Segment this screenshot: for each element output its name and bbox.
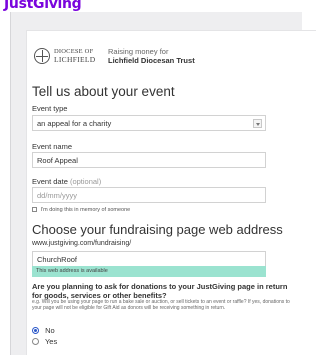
event-date-input[interactable]: dd/mm/yyyy [32, 187, 266, 203]
event-name-input[interactable]: Roof Appeal [32, 152, 266, 168]
event-type-select[interactable]: an appeal for a charity [32, 115, 266, 131]
memory-checkbox[interactable] [32, 207, 37, 213]
event-date-label-text: Event date [32, 177, 68, 186]
event-section-heading: Tell us about your event [32, 84, 175, 99]
address-section-heading: Choose your fundraising page web address [32, 222, 283, 237]
justgiving-logo[interactable]: JustGiving [4, 0, 82, 12]
radio-option-no[interactable]: No [32, 326, 55, 335]
chevron-down-icon [253, 119, 262, 128]
donations-help-text: e.g. Will you be using your page to run … [32, 299, 290, 311]
event-type-value: an appeal for a charity [37, 119, 112, 128]
optional-note: (optional) [69, 177, 102, 186]
donations-question: Are you planning to ask for donations to… [32, 282, 288, 300]
memory-checkbox-row[interactable]: I'm doing this in memory of someone [32, 207, 130, 213]
web-address-input[interactable]: ChurchRoof [32, 251, 266, 267]
memory-checkbox-label: I'm doing this in memory of someone [40, 207, 131, 213]
raising-money-text: Raising money for [108, 47, 169, 56]
availability-message: This web address is available [32, 266, 266, 277]
event-type-label: Event type [32, 104, 68, 113]
radio-option-yes[interactable]: Yes [32, 337, 57, 346]
radio-no-label: No [45, 326, 55, 335]
url-prefix: www.justgiving.com/fundraising/ [32, 240, 132, 247]
charity-header: DIOCESE OF LICHFIELD Raising money for L… [32, 40, 282, 80]
radio-yes[interactable] [32, 337, 39, 345]
event-name-label: Event name [32, 142, 73, 151]
radio-no[interactable] [32, 326, 39, 334]
charity-org-line1: DIOCESE OF [54, 48, 94, 55]
charity-name: Lichfield Diocesan Trust [108, 56, 195, 65]
charity-logo: DIOCESE OF LICHFIELD [34, 48, 104, 68]
event-date-label: Event date (optional) [32, 177, 101, 186]
cross-icon [34, 48, 50, 64]
charity-org-line2: LICHFIELD [54, 55, 96, 64]
radio-yes-label: Yes [44, 337, 58, 346]
